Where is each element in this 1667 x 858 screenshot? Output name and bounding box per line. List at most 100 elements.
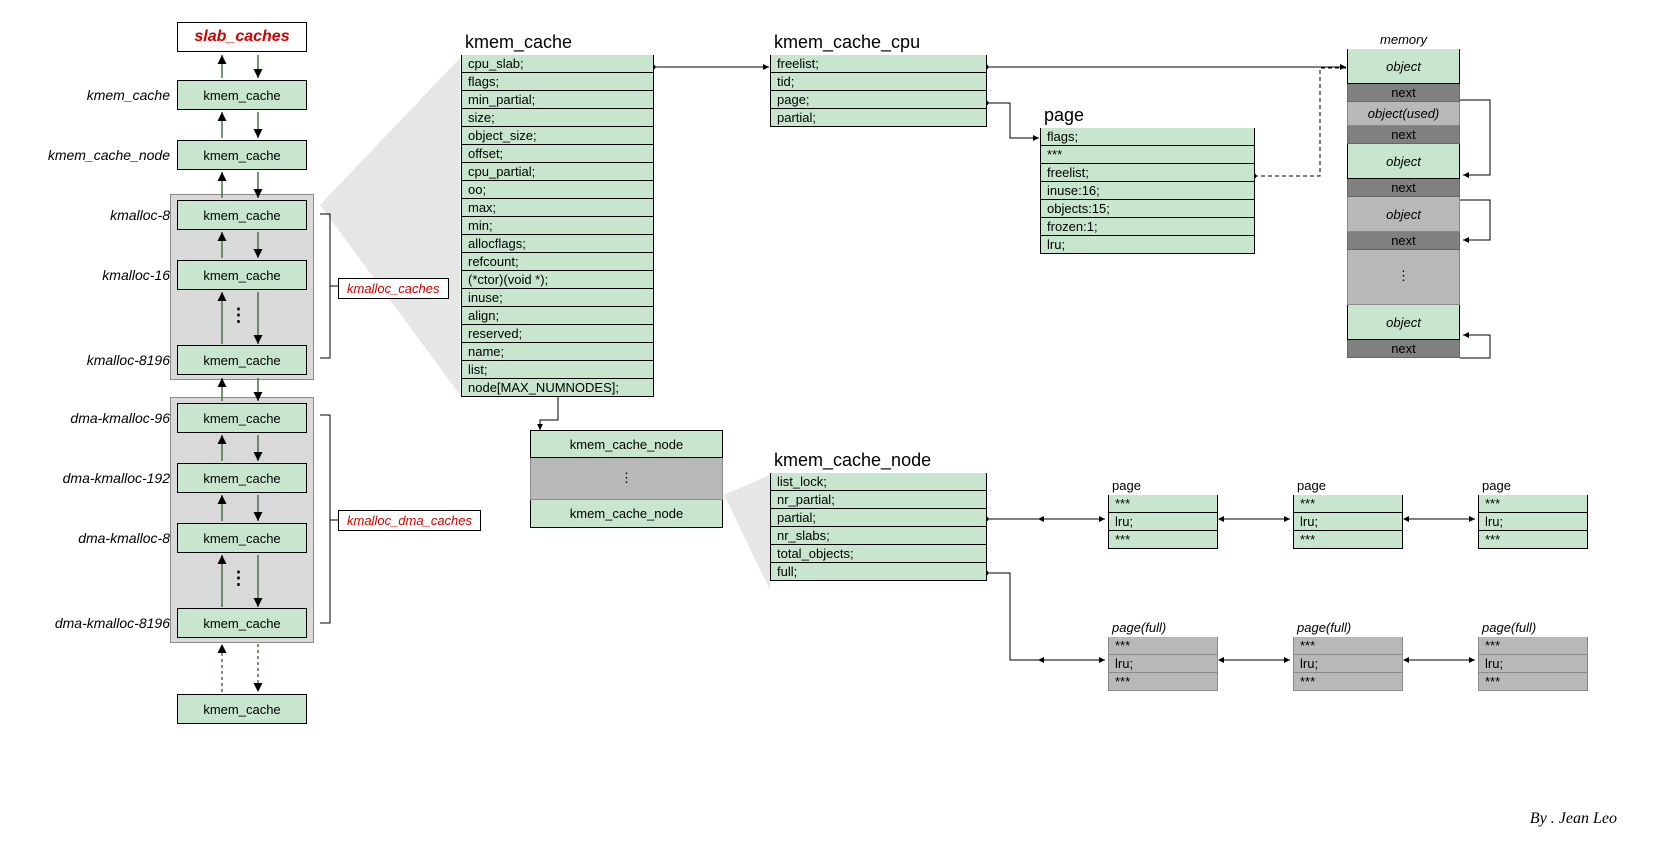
page-full-field: lru;	[1293, 655, 1403, 673]
label-dma-8196: dma-kmalloc-8196	[20, 615, 170, 631]
kmem-cache-field: name;	[461, 343, 654, 361]
page-field: inuse:16;	[1040, 182, 1255, 200]
node-array-dots: ⋮	[530, 458, 723, 500]
node-array-row: kmem_cache_node	[530, 430, 723, 458]
page-small-field: ***	[1478, 531, 1588, 549]
label-kmalloc-8196: kmalloc-8196	[40, 352, 170, 368]
label-kmalloc-8: kmalloc-8	[40, 207, 170, 223]
cpu-field: tid;	[770, 73, 987, 91]
label-dma-192: dma-kmalloc-192	[20, 470, 170, 486]
page-small-field: ***	[1108, 531, 1218, 549]
page-small-3: page *** lru; ***	[1478, 478, 1588, 549]
chain-box-4: kmem_cache	[177, 260, 307, 290]
page-small-field: lru;	[1108, 513, 1218, 531]
memory-next: next	[1347, 179, 1460, 197]
slab-caches-box: slab_caches	[177, 22, 307, 52]
kmem-cache-cpu-struct: kmem_cache_cpu freelist; tid; page; part…	[770, 32, 987, 127]
label-kmem-cache: kmem_cache	[40, 87, 170, 103]
cpu-field: partial;	[770, 109, 987, 127]
page-small-field: lru;	[1293, 513, 1403, 531]
memory-object: object	[1347, 144, 1460, 179]
node-field: partial;	[770, 509, 987, 527]
page-full-field: lru;	[1108, 655, 1218, 673]
label-kmalloc-16: kmalloc-16	[40, 267, 170, 283]
memory-struct: memory object next object(used) next obj…	[1347, 32, 1460, 358]
memory-dots: ⋮	[1347, 250, 1460, 305]
node-field: nr_slabs;	[770, 527, 987, 545]
page-title: page	[1040, 105, 1255, 126]
page-small-field: ***	[1478, 495, 1588, 513]
page-small-field: ***	[1293, 495, 1403, 513]
kmem-cache-field: node[MAX_NUMNODES];	[461, 379, 654, 397]
page-field: lru;	[1040, 236, 1255, 254]
dma-group-outline	[170, 397, 314, 643]
label-dma-96: dma-kmalloc-96	[20, 410, 170, 426]
chain-box-3: kmem_cache	[177, 200, 307, 230]
page-full-title: page(full)	[1108, 620, 1218, 635]
page-small-2: page *** lru; ***	[1293, 478, 1403, 549]
chain-box-10: kmem_cache	[177, 694, 307, 724]
node-field: list_lock;	[770, 473, 987, 491]
page-full-field: ***	[1293, 637, 1403, 655]
page-field: ***	[1040, 146, 1255, 164]
kmem-cache-field: align;	[461, 307, 654, 325]
memory-next: next	[1347, 340, 1460, 358]
page-field: frozen:1;	[1040, 218, 1255, 236]
page-full-title: page(full)	[1293, 620, 1403, 635]
page-small-field: ***	[1108, 495, 1218, 513]
node-field: nr_partial;	[770, 491, 987, 509]
kmem-cache-field: min_partial;	[461, 91, 654, 109]
kmem-cache-field: max;	[461, 199, 654, 217]
label-kmem-cache-node: kmem_cache_node	[40, 147, 170, 163]
kmem-cache-field: min;	[461, 217, 654, 235]
page-full-field: ***	[1478, 637, 1588, 655]
label-dma-8: dma-kmalloc-8	[20, 530, 170, 546]
cpu-field: page;	[770, 91, 987, 109]
kmem-cache-title: kmem_cache	[461, 32, 654, 53]
chain-box-1: kmem_cache	[177, 80, 307, 110]
page-small-field: ***	[1293, 531, 1403, 549]
kmem-cache-field: object_size;	[461, 127, 654, 145]
kmem-cache-field: reserved;	[461, 325, 654, 343]
chain-box-9: kmem_cache	[177, 608, 307, 638]
node-field: total_objects;	[770, 545, 987, 563]
page-full-field: ***	[1108, 637, 1218, 655]
page-full-field: ***	[1293, 673, 1403, 691]
kmem-cache-struct: kmem_cache cpu_slab; flags; min_partial;…	[461, 32, 654, 397]
kmalloc-dma-caches-label: kmalloc_dma_caches	[338, 510, 481, 531]
page-small-title: page	[1108, 478, 1218, 493]
chain-box-5: kmem_cache	[177, 345, 307, 375]
kmem-cache-field: offset;	[461, 145, 654, 163]
page-full-field: ***	[1478, 673, 1588, 691]
memory-object: object	[1347, 49, 1460, 84]
dots-2: ⋮	[225, 568, 255, 589]
chain-box-8: kmem_cache	[177, 523, 307, 553]
page-full-3: page(full) *** lru; ***	[1478, 620, 1588, 691]
node-array-row: kmem_cache_node	[530, 500, 723, 528]
chain-box-7: kmem_cache	[177, 463, 307, 493]
node-array-struct: kmem_cache_node ⋮ kmem_cache_node	[530, 430, 723, 528]
cpu-field: freelist;	[770, 55, 987, 73]
page-full-field: lru;	[1478, 655, 1588, 673]
kmem-cache-cpu-title: kmem_cache_cpu	[770, 32, 987, 53]
page-full-title: page(full)	[1478, 620, 1588, 635]
kmem-cache-field: cpu_partial;	[461, 163, 654, 181]
chain-box-2: kmem_cache	[177, 140, 307, 170]
memory-next: next	[1347, 232, 1460, 250]
page-small-title: page	[1293, 478, 1403, 493]
kmem-cache-field: flags;	[461, 73, 654, 91]
memory-next: next	[1347, 126, 1460, 144]
page-small-title: page	[1478, 478, 1588, 493]
memory-title: memory	[1347, 32, 1460, 47]
node-field: full;	[770, 563, 987, 581]
page-full-field: ***	[1108, 673, 1218, 691]
kmem-cache-field: list;	[461, 361, 654, 379]
page-field: objects:15;	[1040, 200, 1255, 218]
memory-object-gray: object	[1347, 197, 1460, 232]
page-field: freelist;	[1040, 164, 1255, 182]
kmem-cache-field: cpu_slab;	[461, 55, 654, 73]
page-small-1: page *** lru; ***	[1108, 478, 1218, 549]
memory-object-used: object(used)	[1347, 102, 1460, 126]
signature: By . Jean Leo	[1530, 810, 1617, 828]
kmem-cache-field: (*ctor)(void *);	[461, 271, 654, 289]
